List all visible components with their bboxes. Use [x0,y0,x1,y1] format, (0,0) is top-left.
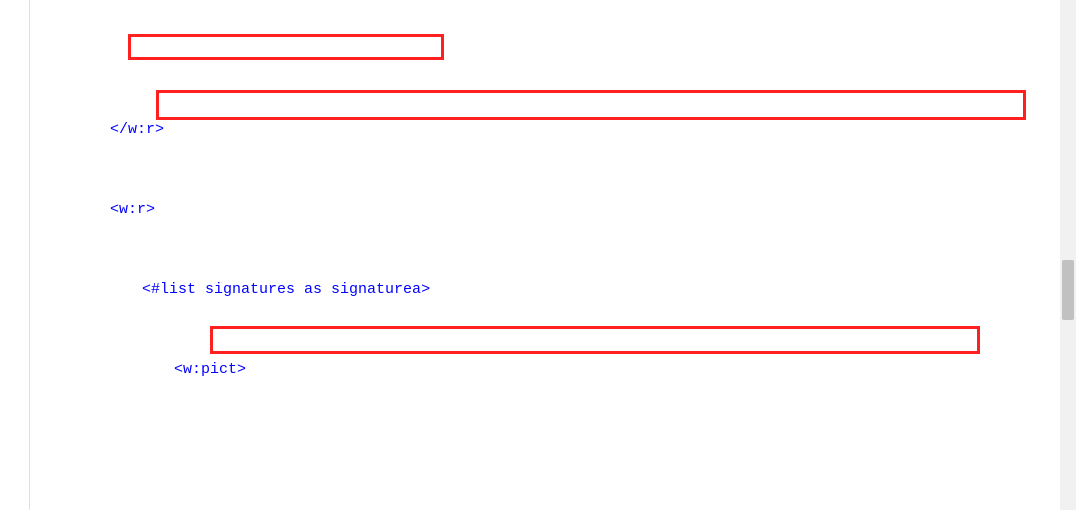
code-line: <w:pict> [44,360,1076,380]
code-line: </w:r> [44,120,1076,140]
scrollbar-handle[interactable] [1062,260,1074,320]
code-line: <w:r> [44,200,1076,220]
code-line: <#list signatures as signaturea> [44,280,1076,300]
code-line [44,440,1076,460]
code-editor: </w:r> <w:r> <#list signatures as signat… [0,0,1076,510]
highlight-box-list [128,34,444,60]
scrollbar[interactable] [1060,0,1076,510]
code-body: </w:r> <w:r> <#list signatures as signat… [44,60,1076,510]
gutter [0,0,30,510]
